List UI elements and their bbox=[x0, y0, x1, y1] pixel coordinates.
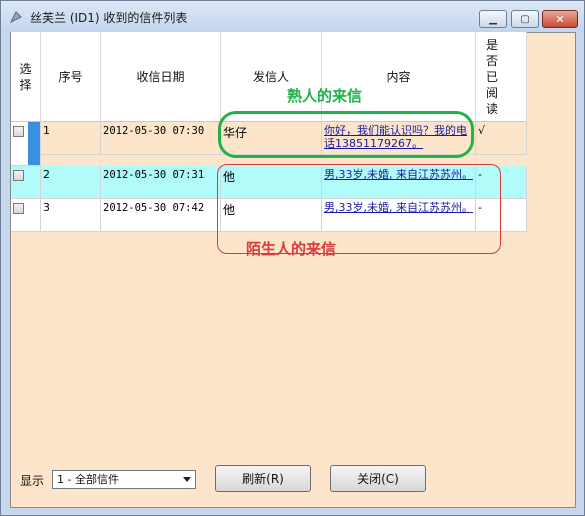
close-icon: ✕ bbox=[555, 12, 565, 26]
column-header-index[interactable]: 序号 bbox=[41, 32, 101, 122]
acquaintance-annotation-outline bbox=[218, 111, 474, 158]
column-header-read[interactable]: 是 否 已 阅 读 bbox=[476, 32, 527, 122]
column-header-select[interactable]: 选 择 bbox=[11, 32, 41, 122]
close-window-button[interactable]: ✕ bbox=[542, 10, 578, 28]
filter-value: 1 - 全部信件 bbox=[57, 473, 119, 486]
chevron-down-icon bbox=[183, 477, 191, 482]
window-title: 丝芙兰 (ID1) 收到的信件列表 bbox=[30, 11, 188, 25]
acquaintance-annotation-label: 熟人的来信 bbox=[287, 87, 363, 105]
row-checkbox[interactable] bbox=[13, 170, 24, 181]
minimize-button[interactable]: ▁ bbox=[479, 10, 507, 28]
title-bar: 丝芙兰 (ID1) 收到的信件列表 ▁ ▢ ✕ bbox=[1, 1, 584, 32]
minimize-icon: ▁ bbox=[489, 13, 497, 25]
date-cell: 2012-05-30 07:30 bbox=[101, 122, 221, 155]
maximize-icon: ▢ bbox=[520, 13, 530, 25]
select-cell bbox=[11, 166, 41, 199]
column-header-content[interactable]: 内容 bbox=[322, 32, 476, 122]
select-cell bbox=[11, 199, 41, 232]
row-checkbox[interactable] bbox=[13, 203, 24, 214]
column-header-sender[interactable]: 发信人 bbox=[221, 32, 322, 122]
row1-select-cell bbox=[11, 122, 41, 166]
column-header-date[interactable]: 收信日期 bbox=[101, 32, 221, 122]
show-label: 显示 bbox=[20, 474, 45, 488]
stranger-annotation-label: 陌生人的来信 bbox=[246, 240, 337, 258]
date-cell: 2012-05-30 07:31 bbox=[101, 166, 221, 199]
close-button[interactable]: 关闭(C) bbox=[330, 465, 426, 492]
index-cell: 1 bbox=[41, 122, 101, 155]
selected-marker bbox=[28, 122, 40, 165]
filter-select[interactable]: 1 - 全部信件 bbox=[52, 470, 196, 489]
app-icon bbox=[10, 11, 22, 23]
index-cell: 2 bbox=[41, 166, 101, 199]
date-cell: 2012-05-30 07:42 bbox=[101, 199, 221, 232]
refresh-button[interactable]: 刷新(R) bbox=[215, 465, 311, 492]
index-cell: 3 bbox=[41, 199, 101, 232]
row-checkbox[interactable] bbox=[13, 126, 24, 137]
read-status: √ bbox=[476, 122, 527, 155]
maximize-button[interactable]: ▢ bbox=[511, 10, 539, 28]
